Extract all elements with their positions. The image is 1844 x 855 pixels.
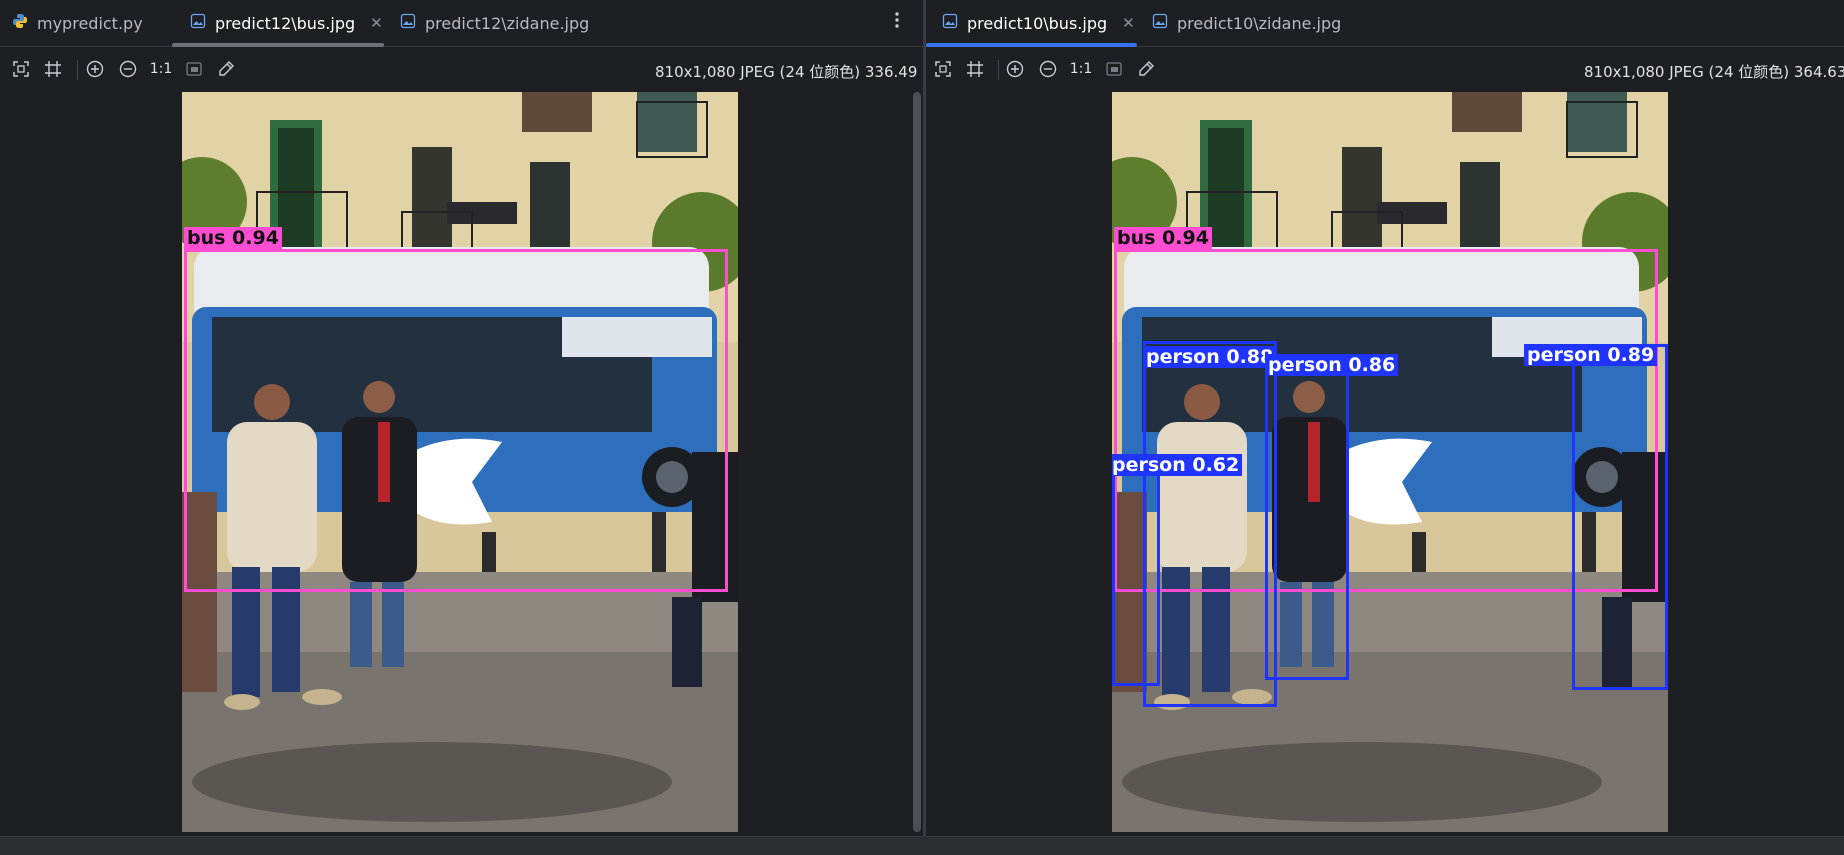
- background-icon[interactable]: [182, 57, 206, 81]
- left-tab-bar: mypredict.py predict12\bus.jpg ✕ predict…: [0, 0, 923, 47]
- status-bar: [0, 836, 1844, 855]
- active-tab-indicator: [172, 43, 384, 47]
- image-info-text: 810x1,080 JPEG (24 位颜色) 336.49 kB: [655, 63, 942, 81]
- color-picker-icon[interactable]: [1134, 57, 1158, 81]
- crop-grid-icon[interactable]: [963, 57, 987, 81]
- image-canvas[interactable]: bus 0.94 person 0.88 person 0.86 person …: [1112, 92, 1668, 832]
- right-tab-bar: predict10\bus.jpg ✕ predict10\zidane.jpg: [926, 0, 1844, 47]
- fit-zoom-icon[interactable]: [931, 57, 955, 81]
- actual-size-button[interactable]: 1:1: [148, 57, 174, 81]
- detection-label-person: person 0.89: [1524, 344, 1658, 366]
- image-file-icon: [942, 13, 958, 33]
- fit-zoom-icon[interactable]: [9, 57, 33, 81]
- tab-label: predict10\bus.jpg: [967, 13, 1108, 33]
- detection-label-person: person 0.62: [1112, 454, 1243, 476]
- python-file-icon: [12, 13, 28, 33]
- detection-box-person: [1265, 354, 1349, 680]
- detection-box-bus: [184, 249, 728, 592]
- zoom-out-icon[interactable]: [1036, 57, 1060, 81]
- image-file-icon: [400, 13, 416, 33]
- image-file-icon: [190, 13, 206, 33]
- tab-label: predict10\zidane.jpg: [1177, 13, 1342, 33]
- actual-size-label: 1:1: [1069, 61, 1093, 77]
- right-editor-pane: predict10\bus.jpg ✕ predict10\zidane.jpg: [926, 0, 1844, 836]
- color-picker-icon[interactable]: [214, 57, 238, 81]
- actual-size-label: 1:1: [149, 61, 173, 77]
- active-tab-indicator: [926, 43, 1137, 47]
- detection-box-person: [1112, 456, 1160, 686]
- tab-label: mypredict.py: [37, 13, 143, 33]
- image-file-icon: [1152, 13, 1168, 33]
- tab-predict10-bus[interactable]: predict10\bus.jpg ✕: [942, 0, 1135, 46]
- detection-label-person: person 0.86: [1265, 354, 1399, 376]
- zoom-out-icon[interactable]: [116, 57, 140, 81]
- image-canvas[interactable]: bus 0.94: [182, 92, 738, 832]
- left-editor-pane: mypredict.py predict12\bus.jpg ✕ predict…: [0, 0, 941, 836]
- detection-label-bus: bus 0.94: [1114, 227, 1212, 249]
- close-icon[interactable]: ✕: [1122, 14, 1135, 32]
- vertical-scrollbar[interactable]: [913, 92, 921, 832]
- detection-label-person: person 0.88: [1143, 346, 1277, 368]
- image-info-text: 810x1,080 JPEG (24 位颜色) 364.63 kB: [1584, 63, 1844, 81]
- tab-predict12-zidane[interactable]: predict12\zidane.jpg: [400, 0, 589, 46]
- detection-box-person: [1143, 341, 1277, 707]
- crop-grid-icon[interactable]: [41, 57, 65, 81]
- zoom-in-icon[interactable]: [1003, 57, 1027, 81]
- background-icon[interactable]: [1102, 57, 1126, 81]
- detection-label-bus: bus 0.94: [184, 227, 282, 249]
- zoom-in-icon[interactable]: [83, 57, 107, 81]
- tab-predict12-bus[interactable]: predict12\bus.jpg ✕: [190, 0, 383, 46]
- tab-label: predict12\zidane.jpg: [425, 13, 590, 33]
- actual-size-button[interactable]: 1:1: [1068, 57, 1094, 81]
- tab-predict10-zidane[interactable]: predict10\zidane.jpg: [1152, 0, 1341, 46]
- detection-box-person: [1572, 344, 1668, 690]
- more-options-button[interactable]: [895, 10, 899, 34]
- tab-label: predict12\bus.jpg: [215, 13, 356, 33]
- tab-mypredict-py[interactable]: mypredict.py: [12, 0, 143, 46]
- close-icon[interactable]: ✕: [370, 14, 383, 32]
